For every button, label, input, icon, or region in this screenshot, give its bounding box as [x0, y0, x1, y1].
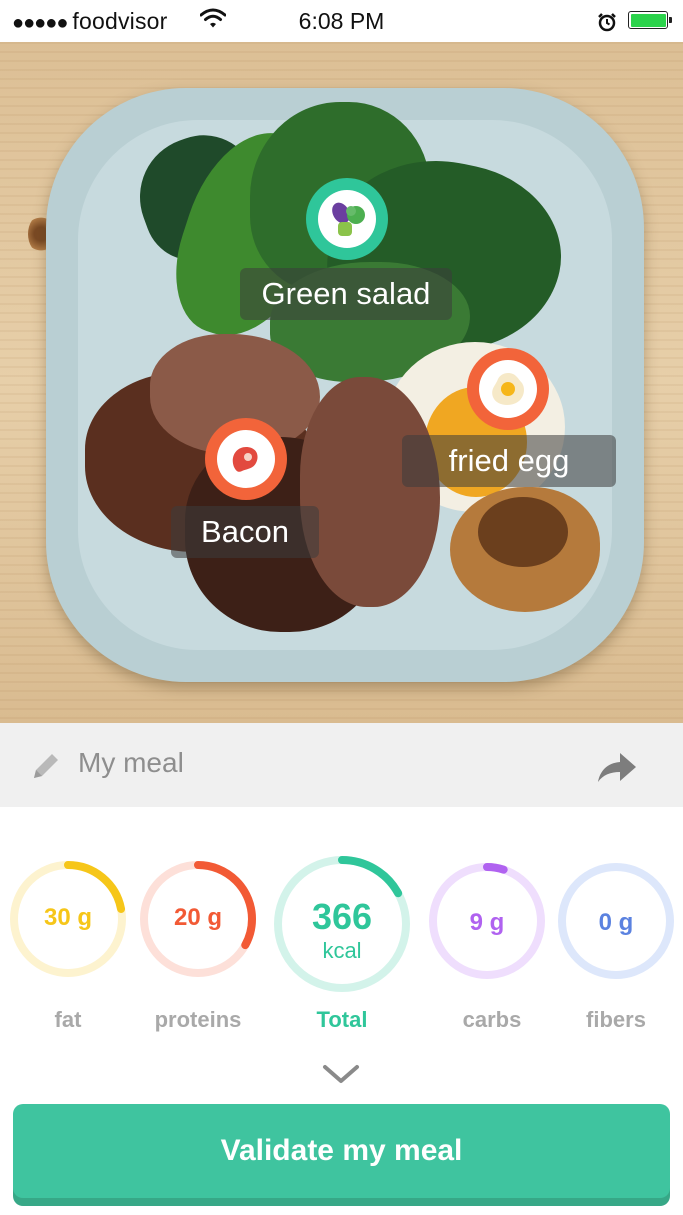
- nutrient-carbs[interactable]: 9 g: [427, 861, 547, 981]
- bagel-crust: [478, 497, 568, 567]
- vegetables-icon[interactable]: [306, 178, 388, 260]
- status-bar: ●●●●● foodvisor 6:08 PM: [0, 0, 683, 42]
- total-unit: kcal: [322, 938, 362, 963]
- nutrient-total[interactable]: 366 kcal: [272, 854, 412, 994]
- carbs-label: carbs: [462, 1007, 522, 1032]
- pencil-icon[interactable]: [30, 750, 62, 787]
- share-arrow-icon[interactable]: [596, 751, 638, 788]
- proteins-label: proteins: [154, 1007, 242, 1032]
- food-tag-label[interactable]: Green salad: [240, 268, 452, 320]
- nutrient-fibers[interactable]: 0 g: [556, 861, 676, 981]
- meal-name-input[interactable]: My meal: [78, 747, 184, 779]
- alarm-icon: [597, 12, 617, 37]
- validate-meal-button[interactable]: Validate my meal: [13, 1104, 670, 1198]
- fibers-value: 0 g: [598, 909, 634, 936]
- battery-icon: [628, 11, 672, 29]
- proteins-value: 20 g: [173, 904, 223, 931]
- total-calories: 366: [311, 896, 373, 937]
- fat-value: 30 g: [43, 904, 93, 931]
- egg-icon[interactable]: [467, 348, 549, 430]
- food-tag-label[interactable]: fried egg: [402, 435, 616, 487]
- fibers-label: fibers: [586, 1007, 646, 1032]
- meal-photo: Green salad fried egg Bacon: [0, 42, 683, 723]
- fat-label: fat: [54, 1007, 82, 1032]
- carbs-value: 9 g: [469, 909, 505, 936]
- total-label: Total: [316, 1007, 368, 1032]
- food-tag-label[interactable]: Bacon: [171, 506, 319, 558]
- meat-icon[interactable]: [205, 418, 287, 500]
- meal-name-bar: My meal: [0, 723, 683, 807]
- chevron-down-icon[interactable]: [322, 1063, 360, 1092]
- nutrient-proteins[interactable]: 20 g: [138, 859, 258, 979]
- nutrient-fat[interactable]: 30 g: [8, 859, 128, 979]
- clock: 6:08 PM: [298, 8, 385, 34]
